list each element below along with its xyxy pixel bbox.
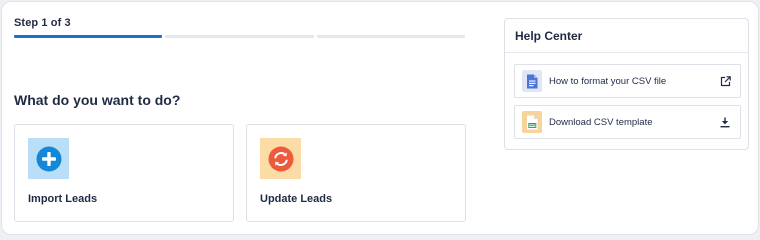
csv-template-download-label: Download CSV template <box>549 116 653 128</box>
csv-format-help-link[interactable]: How to format your CSV file <box>514 64 741 98</box>
progress-segment-1 <box>14 35 163 38</box>
step-indicator: Step 1 of 3 <box>14 17 71 29</box>
update-leads-card[interactable]: Update Leads <box>246 124 466 222</box>
update-leads-label: Update Leads <box>260 193 333 205</box>
app-frame: Step 1 of 3 What do you want to do? Impo… <box>1 1 759 235</box>
import-leads-label: Import Leads <box>28 193 98 205</box>
import-leads-card[interactable]: Import Leads <box>14 124 234 222</box>
csv-file-icon <box>522 111 542 133</box>
step-progress-bar <box>14 35 465 38</box>
progress-segment-2 <box>165 35 314 38</box>
download-icon <box>719 116 731 128</box>
help-center-title: Help Center <box>505 19 748 53</box>
update-leads-tile <box>260 138 301 179</box>
external-link-icon <box>719 75 731 87</box>
csv-template-download-link[interactable]: Download CSV template <box>514 105 741 139</box>
csv-format-help-label: How to format your CSV file <box>549 75 667 87</box>
page-question: What do you want to do? <box>14 92 181 108</box>
plus-circle-icon <box>36 146 61 171</box>
help-center-panel: Help Center How to format your CSV file <box>504 18 749 150</box>
refresh-circle-icon <box>268 146 293 171</box>
import-leads-tile <box>28 138 69 179</box>
document-icon <box>522 70 542 92</box>
progress-segment-3 <box>316 35 465 38</box>
